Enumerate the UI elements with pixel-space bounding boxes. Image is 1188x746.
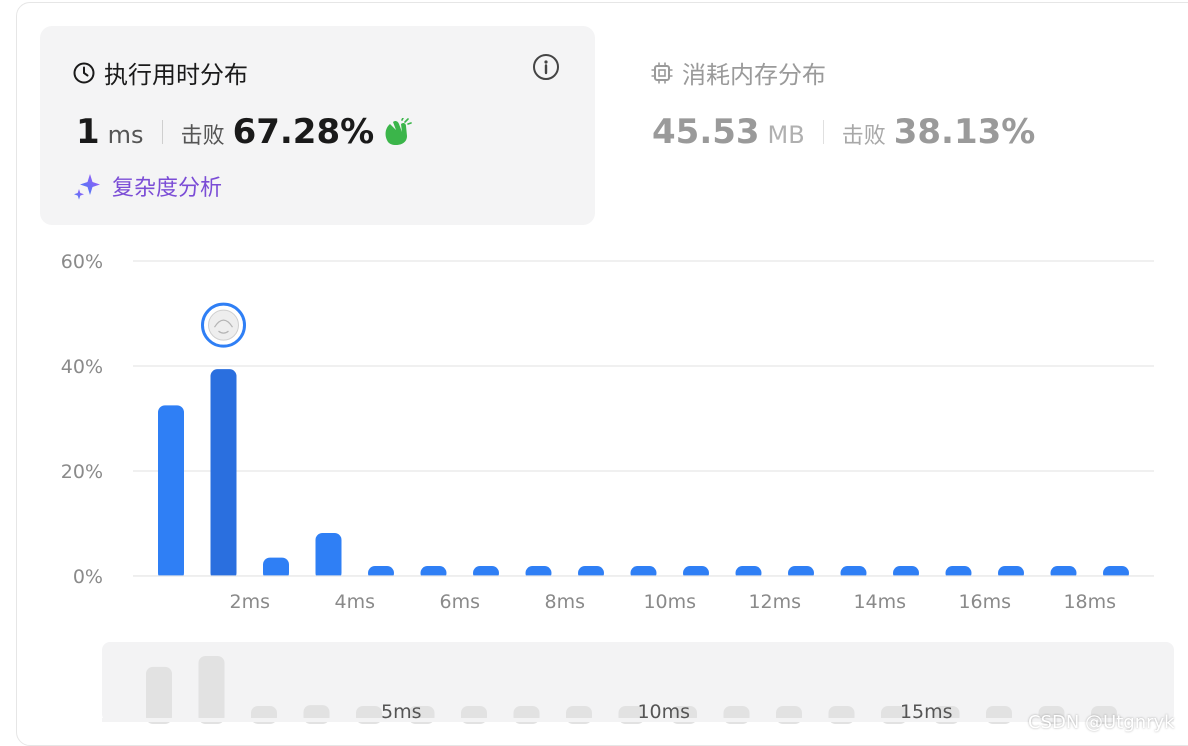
x-tick-label: 2ms [230,591,271,613]
avatar-image [208,309,239,341]
navigator-bar [198,656,225,724]
y-tick-label: 40% [61,356,103,378]
watermark: CSDN @Utgnryk [1028,712,1175,733]
y-tick-label: 0% [73,566,103,588]
navigator-tick-label: 10ms [637,701,690,723]
x-tick-label: 14ms [853,591,906,613]
bar [158,405,184,580]
axis-mask [133,576,1154,582]
y-tick-label: 60% [61,251,103,273]
bar [210,369,237,580]
x-tick-label: 6ms [440,591,481,613]
x-tick-label: 16ms [958,591,1011,613]
x-tick-label: 18ms [1063,591,1116,613]
bar [315,532,342,580]
x-tick-label: 10ms [643,591,696,613]
navigator-bar [146,666,172,724]
x-tick-label: 12ms [748,591,801,613]
x-tick-label: 8ms [545,591,586,613]
runtime-distribution-chart: 60% 40% 20% 0% 2ms 4ms 6ms 8ms 10ms 12ms 14ms 16ms 1… [61,251,1174,724]
navigator-tick-label: 5ms [381,701,422,723]
x-tick-label: 4ms [335,591,376,613]
y-tick-label: 20% [61,461,103,483]
navigator-tick-label: 15ms [900,701,953,723]
